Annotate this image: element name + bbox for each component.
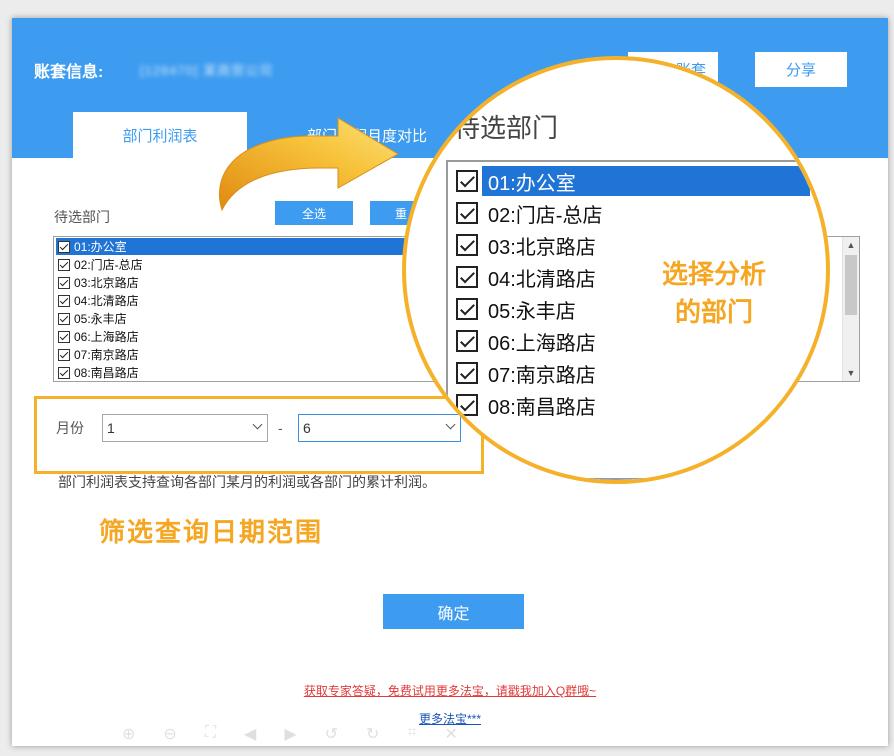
checkbox-checked-icon <box>456 362 478 384</box>
annotation-select-departments: 选择分析 的部门 <box>644 256 784 332</box>
department-name: 04:北清路店 <box>74 294 139 308</box>
checkbox-checked-icon <box>456 202 478 224</box>
rotate-right-icon: ↻ <box>366 726 380 743</box>
zoom-department-name: 08:南昌路店 <box>488 396 596 419</box>
department-name: 03:北京路店 <box>74 276 139 290</box>
checkbox-checked-icon[interactable] <box>58 330 70 343</box>
scroll-thumb[interactable] <box>845 255 857 315</box>
account-name: [128470] 某商贸公司 <box>140 63 274 78</box>
faded-toolbar: ⊕ ⊖ ⛶ ◀ ▶ ↺ ↻ ⌗ ✕ <box>122 724 742 746</box>
checkbox-checked-icon[interactable] <box>58 348 70 361</box>
zoom-department-name: 01:办公室 <box>482 166 810 196</box>
zoom-department-name: 07:南京路店 <box>488 364 596 387</box>
month-to-value: 6 <box>303 420 311 436</box>
zoom-department-name: 05:永丰店 <box>488 300 576 323</box>
department-name: 01:办公室 <box>74 240 127 254</box>
zoom-in-icon: ⊕ <box>122 726 136 743</box>
month-from-select[interactable]: 1 <box>102 414 268 442</box>
zoom-department-name: 03:北京路店 <box>488 236 596 259</box>
zoom-list-item: 08:南昌路店 <box>450 390 810 420</box>
checkbox-checked-icon <box>456 266 478 288</box>
zoom-list-item: 01:办公室 <box>450 166 810 196</box>
list-item[interactable]: 02:门店-总店 <box>56 256 456 273</box>
list-item[interactable]: 07:南京路店 <box>56 346 456 363</box>
checkbox-checked-icon[interactable] <box>58 366 70 379</box>
list-item[interactable]: 08:南昌路店 <box>56 364 456 381</box>
department-name: 06:上海路店 <box>74 330 139 344</box>
zoom-department-name: 04:北清路店 <box>488 268 596 291</box>
callout-arrow-icon <box>218 117 399 212</box>
department-picker-label: 待选部门 <box>54 209 110 225</box>
checkbox-checked-icon <box>456 170 478 192</box>
zoom-list-item: 02:门店-总店 <box>450 198 810 228</box>
list-item[interactable]: 05:永丰店 <box>56 310 456 327</box>
list-item[interactable]: 01:办公室 <box>56 238 456 255</box>
checkbox-checked-icon[interactable] <box>58 240 70 253</box>
expert-help-link[interactable]: 获取专家答疑，免费试用更多法宝，请戳我加入Q群哦~ <box>12 682 888 699</box>
checkbox-checked-icon[interactable] <box>58 276 70 289</box>
checkbox-checked-icon <box>456 298 478 320</box>
share-button[interactable]: 分享 <box>755 52 847 87</box>
month-from-value: 1 <box>107 420 115 436</box>
checkbox-checked-icon <box>456 330 478 352</box>
month-to-select[interactable]: 6 <box>298 414 461 442</box>
annotation-date-range: 筛选查询日期范围 <box>99 518 324 548</box>
checkbox-checked-icon[interactable] <box>58 258 70 271</box>
prev-icon: ◀ <box>244 726 257 743</box>
scroll-up-icon[interactable]: ▲ <box>843 237 859 253</box>
list-item[interactable]: 04:北清路店 <box>56 292 456 309</box>
crop-icon: ⌗ <box>407 724 417 741</box>
zoom-out-icon: ⊖ <box>163 726 177 743</box>
chevron-down-icon <box>252 419 263 430</box>
zoom-magnifier: 待选部门 01:办公室 02:门店-总店 03:北京路店 04:北清路店 05:… <box>402 56 830 484</box>
zoom-title: 待选部门 <box>454 113 559 143</box>
zoom-list-item: 07:南京路店 <box>450 358 810 388</box>
delete-icon: ✕ <box>444 726 458 743</box>
list-item[interactable]: 06:上海路店 <box>56 328 456 345</box>
annotation-line-1: 选择分析 <box>661 260 766 290</box>
account-label: 账套信息: <box>34 64 104 81</box>
zoom-department-name: 06:上海路店 <box>488 332 596 355</box>
scroll-down-icon[interactable]: ▼ <box>843 365 859 381</box>
month-range-separator: - <box>278 420 283 436</box>
department-name: 05:永丰店 <box>74 312 127 326</box>
next-icon: ▶ <box>284 726 297 743</box>
list-item[interactable]: 03:北京路店 <box>56 274 456 291</box>
month-label: 月份 <box>56 420 84 436</box>
annotation-line-2: 的部门 <box>674 298 753 328</box>
list-scrollbar[interactable]: ▲ ▼ <box>842 237 859 381</box>
confirm-button[interactable]: 确定 <box>383 594 524 629</box>
zoom-department-name: 02:门店-总店 <box>488 204 603 227</box>
report-description: 部门利润表支持查询各部门某月的利润或各部门的累计利润。 <box>58 474 436 490</box>
checkbox-checked-icon[interactable] <box>58 294 70 307</box>
department-name: 07:南京路店 <box>74 348 139 362</box>
fit-icon: ⛶ <box>204 724 217 741</box>
department-name: 08:南昌路店 <box>74 366 139 380</box>
checkbox-checked-icon <box>456 234 478 256</box>
checkbox-checked-icon <box>456 394 478 416</box>
checkbox-checked-icon[interactable] <box>58 312 70 325</box>
department-name: 02:门店-总店 <box>74 258 143 272</box>
rotate-left-icon: ↺ <box>324 726 339 743</box>
